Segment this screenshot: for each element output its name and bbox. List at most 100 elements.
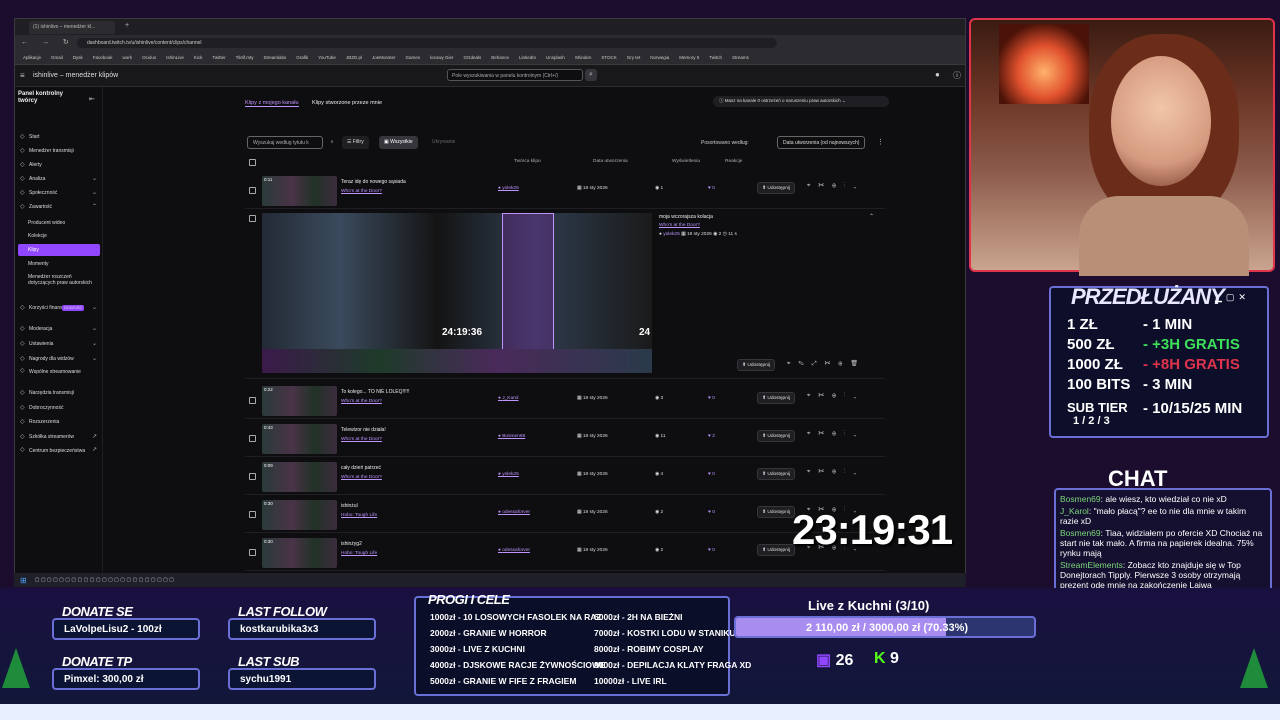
share-button[interactable]: ⬆ Udostępnij xyxy=(757,182,796,194)
table-row[interactable]: 0:30 ishinżyg2 Hobo: Tough Life ● odessafor… xyxy=(245,535,885,571)
search-icon[interactable]: ⌕ xyxy=(327,136,337,149)
table-row[interactable]: 0:09 cały dzień patrzeć Who's at the Door?… xyxy=(245,459,885,495)
sidebar-item-3[interactable]: ◇ Analiza ⌄ xyxy=(18,173,100,185)
url-input[interactable]: dashboard.twitch.tv/u/ishinlive/content/… xyxy=(77,38,777,48)
taskbar-apps-icon[interactable]: ▢ ▢ ▢ ▢ ▢ ▢ ▢ ▢ ▢ ▢ ▢ ▢ ▢ ▢ ▢ ▢ ▢ ▢ ▢ ▢ … xyxy=(35,577,174,583)
column-date[interactable]: Data utworzenia xyxy=(593,159,628,164)
sidebar-item-13[interactable]: ◇ Ustawienia ⌄ xyxy=(18,338,100,350)
bookmark-item[interactable]: Dysk xyxy=(73,55,83,60)
share-button[interactable]: ⬆ Udostępnij xyxy=(757,430,796,442)
share-button[interactable]: ⬆ Udostępnij xyxy=(737,359,776,371)
more-options-icon[interactable]: ⋮ xyxy=(877,138,884,146)
table-row[interactable]: 0:22 To kolego... TO NIE LOLEQ!!!!! Who's … xyxy=(245,383,885,419)
clip-thumbnail[interactable]: 0:22 xyxy=(262,386,337,416)
clip-game-link[interactable]: Hobo: Tough Life xyxy=(341,551,377,556)
clip-thumbnail[interactable]: 0:09 xyxy=(262,462,337,492)
browser-tab[interactable]: (1) ishinlive – menedżer kl... xyxy=(29,21,115,34)
copyright-strikes-button[interactable]: ⓘ Masz na kanale 0 ostrzeżeń o naruszeni… xyxy=(713,96,889,107)
clip-creator-link[interactable]: ● J_Karol xyxy=(498,396,519,401)
sidebar-item-18[interactable]: ◇ Rozszerzenia xyxy=(18,416,100,428)
sidebar-item-14[interactable]: ◇ Nagrody dla widzów ⌄ xyxy=(18,353,100,365)
column-creator[interactable]: Twórca klipu xyxy=(514,159,541,164)
select-all-checkbox[interactable] xyxy=(249,159,256,166)
bookmark-item[interactable]: Aplikacje xyxy=(23,55,41,60)
bookmark-item[interactable]: Gry tet xyxy=(627,55,641,60)
bookmark-item[interactable]: work xyxy=(123,55,133,60)
hide-button[interactable]: Ukrywanie xyxy=(427,136,460,149)
filters-button[interactable]: ☰ Filtry xyxy=(342,136,369,149)
new-tab-icon[interactable]: + xyxy=(125,22,129,29)
clip-game-link[interactable]: Who's at the Door? xyxy=(341,437,382,442)
expanded-clip-game[interactable]: Who's at the Door? xyxy=(659,223,700,228)
clip-game-link[interactable]: Who's at the Door? xyxy=(341,189,382,194)
bookmark-item[interactable]: Kick xyxy=(194,55,203,60)
bookmark-item[interactable]: Streams xyxy=(732,55,749,60)
clip-thumbnail[interactable]: 0:11 xyxy=(262,176,337,206)
bookmark-item[interactable]: Facebook xyxy=(93,55,113,60)
sidebar-item-2[interactable]: ◇ Alerty xyxy=(18,159,100,171)
clip-preview[interactable]: 24:19:36 24 xyxy=(262,213,652,373)
dashboard-search-input[interactable]: Pole wyszukiwania w panelu kontrolnym (C… xyxy=(447,69,583,81)
bookmark-item[interactable]: LinkedIn xyxy=(519,55,536,60)
row-checkbox[interactable] xyxy=(249,435,256,442)
sidebar-item-0[interactable]: ◇ Start xyxy=(18,131,100,143)
bookmark-item[interactable]: Twitter xyxy=(212,55,225,60)
sidebar-item-7[interactable]: Kolekcje xyxy=(18,230,100,242)
bookmark-item[interactable]: STOCK xyxy=(601,55,616,60)
bookmark-item[interactable]: losowy Gier xyxy=(430,55,454,60)
collapse-sidebar-icon[interactable]: ⇤ xyxy=(89,95,95,103)
clip-title[interactable]: ishinżyg2 xyxy=(341,541,362,547)
bookmark-item[interactable]: Shinden xyxy=(575,55,592,60)
row-checkbox[interactable] xyxy=(249,215,256,222)
column-views[interactable]: Wyświetlenia xyxy=(672,159,700,164)
clip-creator-link[interactable]: ● odessaforver xyxy=(498,510,530,515)
clip-title[interactable]: Teraz idę do nowego sąsiada xyxy=(341,179,406,185)
sidebar-item-9[interactable]: Momenty xyxy=(18,258,100,270)
search-icon[interactable]: ⌕ xyxy=(585,69,597,81)
sidebar-item-12[interactable]: ◇ Moderacja ⌄ xyxy=(18,323,100,335)
clip-search-input[interactable]: Wyszukaj według tytułu k xyxy=(247,136,323,149)
clip-title[interactable]: cały dzień patrzeć xyxy=(341,465,381,471)
tab-created-by-me[interactable]: Klipy stworzone przeze mnie xyxy=(312,100,382,106)
bookmark-item[interactable]: Streamlabs xyxy=(263,55,286,60)
row-checkbox[interactable] xyxy=(249,397,256,404)
sidebar-item-1[interactable]: ◇ Menedżer transmisji xyxy=(18,145,100,157)
row-checkbox[interactable] xyxy=(249,187,256,194)
sidebar-item-20[interactable]: ◇ Centrum bezpieczeństwa ↗ xyxy=(18,447,100,467)
notifications-icon[interactable]: ● xyxy=(935,70,940,79)
bookmark-item[interactable]: Grafik xyxy=(296,55,308,60)
clip-timeline[interactable] xyxy=(262,349,652,373)
sort-select[interactable]: Data utworzenia (od najnowszych) xyxy=(777,136,866,149)
row-actions-icon[interactable]: ⌖✂⊕⋮⌄ xyxy=(807,431,864,438)
sidebar-item-10[interactable]: Menedżer roszczeń dotyczących praw autor… xyxy=(18,273,100,293)
bookmark-item[interactable]: JoeMonster xyxy=(372,55,396,60)
table-row[interactable]: 0:11 Teraz idę do nowego sąsiada Who's at … xyxy=(245,173,885,209)
menu-icon[interactable]: ≡ xyxy=(20,71,25,80)
sidebar-item-6[interactable]: Producent wideo xyxy=(18,217,100,229)
row-checkbox[interactable] xyxy=(249,549,256,556)
sidebar-item-16[interactable]: ◇ Narzędzia transmisji xyxy=(18,387,100,399)
clip-game-link[interactable]: Who's at the Door? xyxy=(341,399,382,404)
sidebar-item-15[interactable]: ◇ Wspólne streamowanie xyxy=(18,368,100,388)
bookmark-item[interactable]: Norwegia xyxy=(650,55,669,60)
bookmark-item[interactable]: Gmail xyxy=(51,55,63,60)
expanded-actions-icon[interactable]: ⌖✎⤢✂⊕🗑 xyxy=(787,360,866,368)
collapse-icon[interactable]: ⌃ xyxy=(869,213,874,220)
share-button[interactable]: ⬆ Udostępnij xyxy=(757,544,796,556)
sidebar-item-5[interactable]: ◇ Zawartość ⌃ xyxy=(18,201,100,213)
bookmark-item[interactable]: Tiktif.mty xyxy=(236,55,254,60)
clip-creator-link[interactable]: ● yolek25 xyxy=(498,472,519,477)
bookmark-item[interactable]: Unsplash xyxy=(546,55,565,60)
bookmark-item[interactable]: GGdeals xyxy=(464,55,482,60)
clip-creator-link[interactable]: ● odessaforver xyxy=(498,548,530,553)
row-actions-icon[interactable]: ⌖✂⊕⋮⌄ xyxy=(807,393,864,400)
bookmark-item[interactable]: JBZD.pl xyxy=(346,55,362,60)
bookmark-item[interactable]: Behance xyxy=(491,55,509,60)
clip-thumbnail[interactable]: 0:43 xyxy=(262,424,337,454)
bookmark-item[interactable]: Twitch xyxy=(709,55,722,60)
clip-thumbnail[interactable]: 0:30 xyxy=(262,500,337,530)
tab-my-channel-clips[interactable]: Klipy z mojego kanału xyxy=(245,100,299,107)
clip-title[interactable]: To kolego... TO NIE LOLEQ!!!!! xyxy=(341,389,409,395)
clip-creator-link[interactable]: ● yolek25 xyxy=(498,186,519,191)
sidebar-item-8[interactable]: Klipy xyxy=(18,244,100,256)
